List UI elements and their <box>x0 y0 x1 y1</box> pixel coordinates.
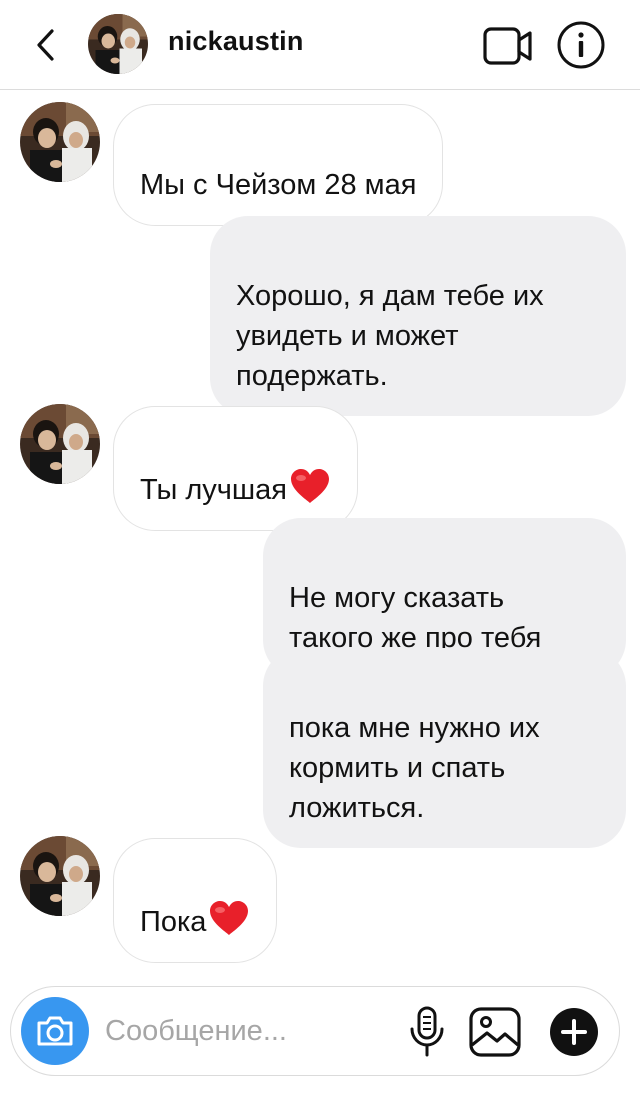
video-call-button[interactable] <box>482 24 534 68</box>
image-icon <box>469 1007 521 1057</box>
message-text: Мы с Чейзом 28 мая <box>140 169 417 201</box>
message-composer <box>10 986 620 1076</box>
info-icon <box>557 21 605 69</box>
message-outgoing[interactable]: пока мне нужно их кормить и спать ложить… <box>263 648 626 848</box>
message-incoming[interactable]: Пока <box>113 838 278 963</box>
sender-avatar[interactable] <box>20 102 100 182</box>
plus-icon <box>550 1008 598 1056</box>
chat-header: nickaustin <box>0 0 640 90</box>
gallery-button[interactable] <box>467 1005 523 1059</box>
heart-emoji <box>208 899 250 937</box>
heart-emoji <box>289 467 331 505</box>
microphone-icon <box>410 1006 444 1057</box>
sender-avatar[interactable] <box>20 404 100 484</box>
message-text: Ты лучшая <box>140 474 287 506</box>
chevron-left-icon <box>37 29 54 61</box>
camera-icon <box>37 1016 73 1046</box>
header-avatar[interactable] <box>88 14 148 74</box>
message-text: Хорошо, я дам тебе их увидеть и может по… <box>236 280 544 392</box>
message-input[interactable] <box>105 1011 395 1051</box>
info-button[interactable] <box>556 20 606 70</box>
sender-avatar[interactable] <box>20 836 100 916</box>
back-button[interactable] <box>24 22 68 68</box>
message-outgoing[interactable]: Хорошо, я дам тебе их увидеть и может по… <box>210 216 626 416</box>
message-text: Пока <box>140 906 207 938</box>
message-text: пока мне нужно их кормить и спать ложить… <box>289 712 540 824</box>
voice-message-button[interactable] <box>405 1005 449 1059</box>
message-incoming[interactable]: Мы с Чейзом 28 мая <box>113 104 444 226</box>
camera-button[interactable] <box>21 997 89 1065</box>
more-options-button[interactable] <box>549 1007 599 1057</box>
message-text: Не могу сказать такого же про тебя <box>289 582 542 654</box>
chat-username[interactable]: nickaustin <box>168 26 304 57</box>
message-incoming[interactable]: Ты лучшая <box>113 406 358 531</box>
video-camera-icon <box>483 27 532 65</box>
